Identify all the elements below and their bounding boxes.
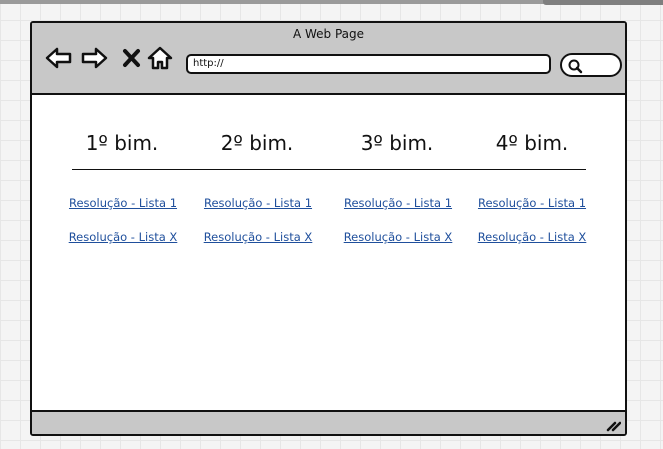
link-resolucao-lista-x[interactable]: Resolução - Lista X xyxy=(462,230,602,244)
page-content: 1º bim. 2º bim. 3º bim. 4º bim. Resoluçã… xyxy=(32,95,625,410)
top-strip-tab xyxy=(543,0,663,5)
stop-x-icon[interactable] xyxy=(117,43,147,73)
search-field[interactable] xyxy=(560,53,622,77)
column-heading: 1º bim. xyxy=(85,131,159,155)
browser-window: A Web Page http:// 1º bim. 2º bim. 3º bi… xyxy=(30,21,627,436)
link-resolucao-lista-x[interactable]: Resolução - Lista X xyxy=(188,230,328,244)
link-resolucao-lista-x[interactable]: Resolução - Lista X xyxy=(53,230,193,244)
link-resolucao-lista-x[interactable]: Resolução - Lista X xyxy=(328,230,468,244)
address-bar[interactable]: http:// xyxy=(186,54,551,74)
window-title: A Web Page xyxy=(292,27,365,41)
bimester-header-row: 1º bim. 2º bim. 3º bim. 4º bim. xyxy=(32,131,625,161)
column-heading: 3º bim. xyxy=(360,131,434,155)
resize-grip-icon[interactable] xyxy=(605,416,621,432)
back-arrow-icon[interactable] xyxy=(44,43,74,73)
browser-titlebar: A Web Page http:// xyxy=(32,23,625,95)
link-resolucao-lista-1[interactable]: Resolução - Lista 1 xyxy=(188,196,328,210)
home-icon[interactable] xyxy=(145,43,175,73)
forward-arrow-icon[interactable] xyxy=(79,43,109,73)
search-icon xyxy=(568,59,583,74)
column-heading: 2º bim. xyxy=(220,131,294,155)
link-resolucao-lista-1[interactable]: Resolução - Lista 1 xyxy=(462,196,602,210)
link-resolucao-lista-1[interactable]: Resolução - Lista 1 xyxy=(328,196,468,210)
status-bar xyxy=(32,410,625,434)
column-heading: 4º bim. xyxy=(495,131,569,155)
link-resolucao-lista-1[interactable]: Resolução - Lista 1 xyxy=(53,196,193,210)
header-divider xyxy=(72,169,586,170)
